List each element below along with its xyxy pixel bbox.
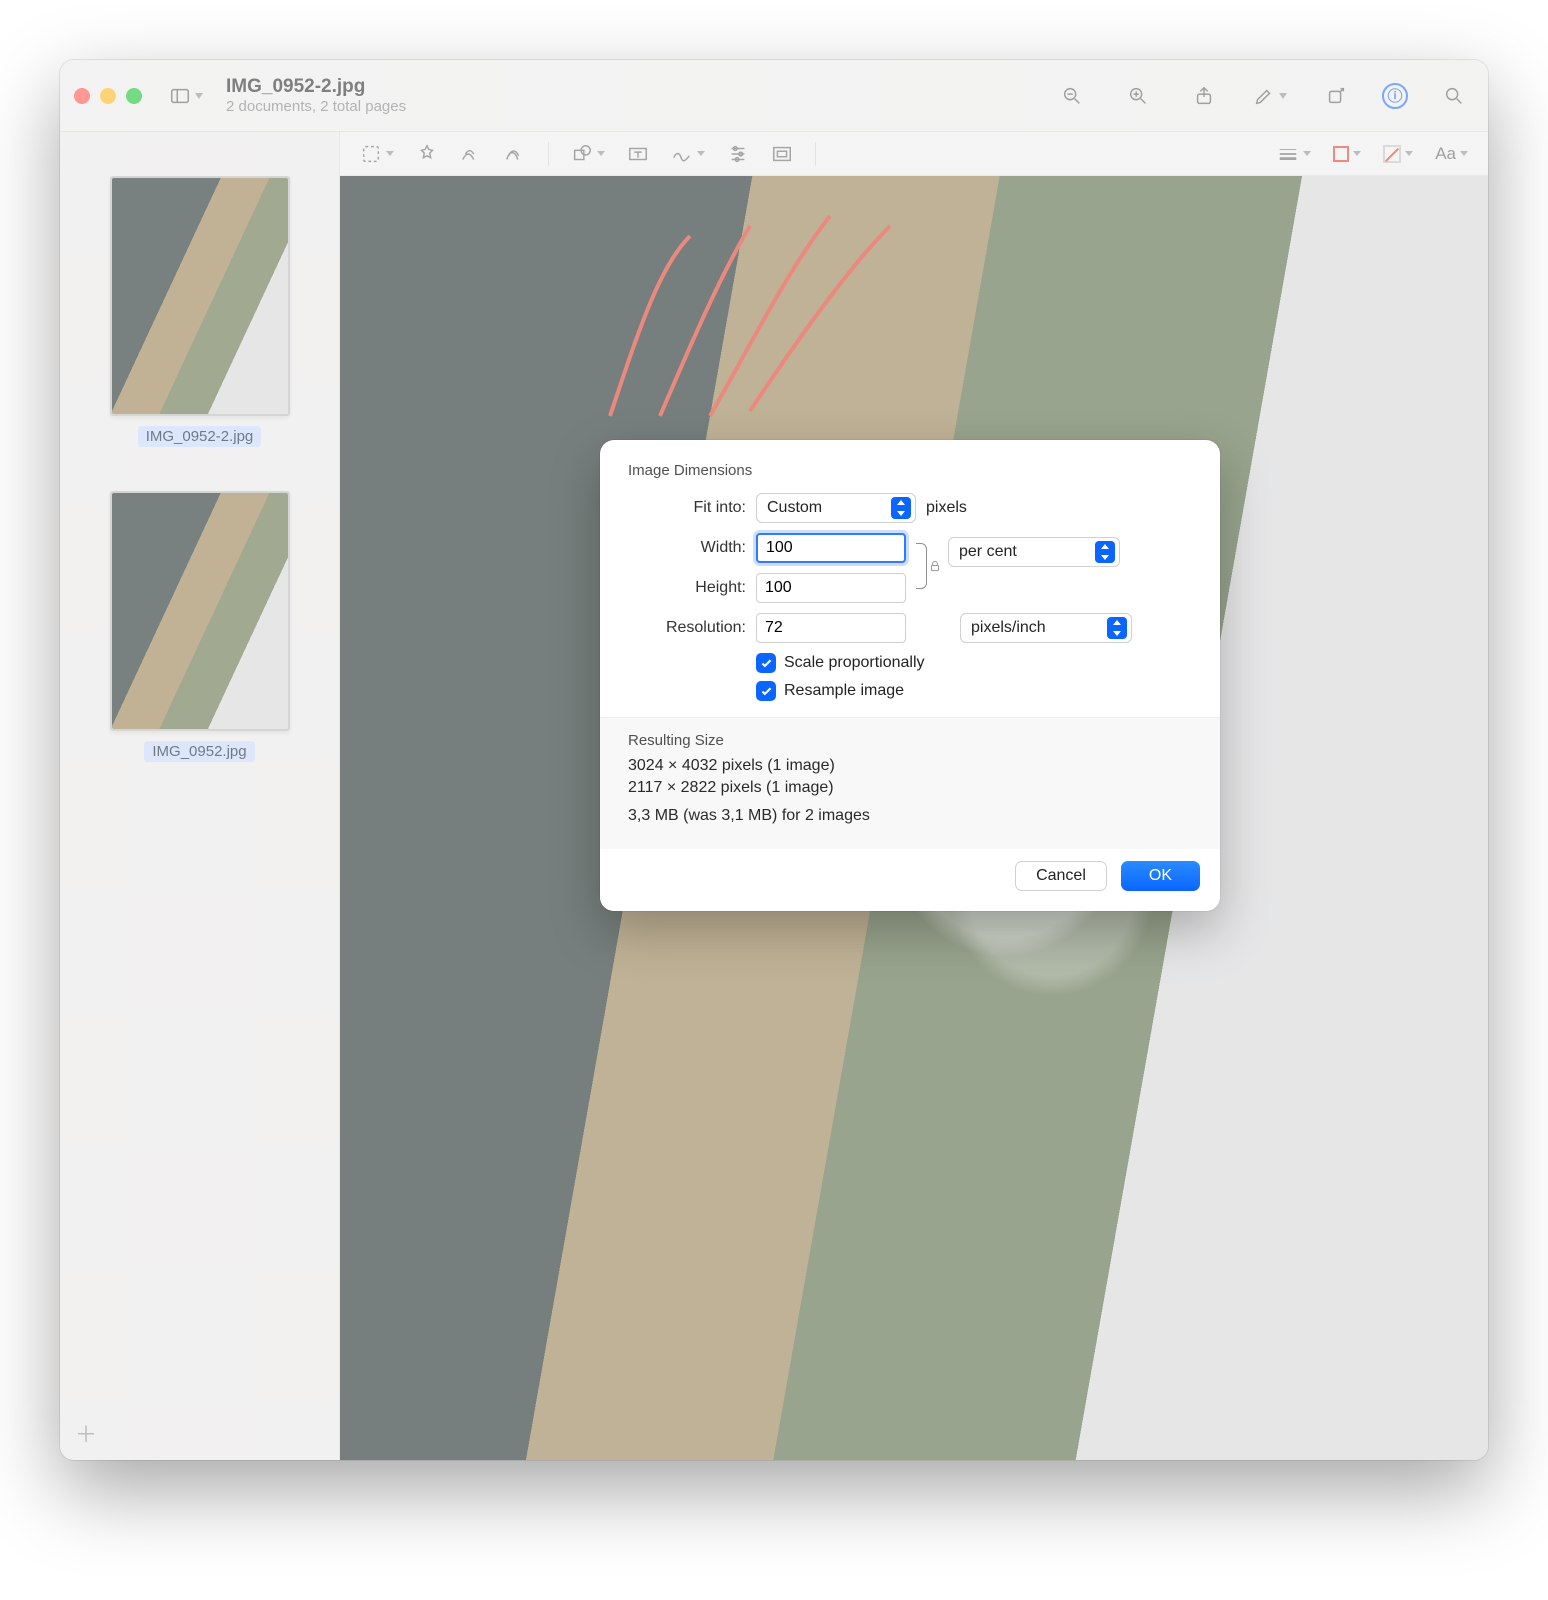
line-style-button[interactable] <box>1277 143 1311 165</box>
result-line-1: 3024 × 4032 pixels (1 image) <box>628 757 1192 775</box>
resample-image-checkbox[interactable]: Resample image <box>756 681 1192 701</box>
resolution-input[interactable] <box>756 613 906 643</box>
resulting-size-section: Resulting Size 3024 × 4032 pixels (1 ima… <box>600 717 1220 849</box>
result-line-3: 3,3 MB (was 3,1 MB) for 2 images <box>628 807 1192 825</box>
height-input[interactable] <box>756 573 906 603</box>
height-label: Height: <box>628 579 746 597</box>
resolution-unit-select[interactable]: pixels/inch <box>960 613 1132 643</box>
ok-button[interactable]: OK <box>1121 861 1200 891</box>
dialog-section-label: Image Dimensions <box>628 462 1192 479</box>
sign-button[interactable] <box>671 143 705 165</box>
titlebar: IMG_0952-2.jpg 2 documents, 2 total page… <box>60 60 1488 132</box>
wh-unit-value: per cent <box>959 543 1017 561</box>
rotate-button[interactable] <box>1316 78 1356 114</box>
image-dimensions-dialog: Image Dimensions Fit into: Custom pixels… <box>600 440 1220 911</box>
preview-window: IMG_0952-2.jpg 2 documents, 2 total page… <box>60 60 1488 1460</box>
proportion-bracket <box>916 537 938 595</box>
zoom-window-button[interactable] <box>126 88 142 104</box>
scale-proportionally-label: Scale proportionally <box>784 654 925 672</box>
text-style-button[interactable]: Aa <box>1435 144 1468 164</box>
fill-color-button[interactable] <box>1383 145 1413 163</box>
draw-button[interactable] <box>504 143 526 165</box>
resample-image-label: Resample image <box>784 682 904 700</box>
border-color-button[interactable] <box>1333 146 1361 162</box>
scale-proportionally-checkbox[interactable]: Scale proportionally <box>756 653 1192 673</box>
select-stepper-icon <box>1107 617 1127 639</box>
document-subtitle: 2 documents, 2 total pages <box>226 98 406 115</box>
close-window-button[interactable] <box>74 88 90 104</box>
search-button[interactable] <box>1434 78 1474 114</box>
sidebar-view-button[interactable] <box>166 78 206 114</box>
width-input[interactable] <box>756 533 906 563</box>
wh-unit-select[interactable]: per cent <box>948 537 1120 567</box>
thumbnail-1-label: IMG_0952-2.jpg <box>138 426 262 447</box>
resolution-unit-value: pixels/inch <box>971 619 1046 637</box>
instant-alpha-button[interactable] <box>416 143 438 165</box>
fit-into-label: Fit into: <box>628 499 746 517</box>
lock-icon[interactable] <box>928 559 942 573</box>
thumbnail-2[interactable]: IMG_0952.jpg <box>110 491 290 762</box>
add-page-button[interactable]: ＋ <box>74 1424 98 1448</box>
share-button[interactable] <box>1184 78 1224 114</box>
thumbnail-2-label: IMG_0952.jpg <box>144 741 254 762</box>
select-stepper-icon <box>1095 541 1115 563</box>
selection-tool-button[interactable] <box>360 143 394 165</box>
markup-toolbar: Aa <box>340 132 1488 176</box>
select-stepper-icon <box>891 497 911 519</box>
fit-into-value: Custom <box>767 499 822 517</box>
document-title: IMG_0952-2.jpg <box>226 76 406 98</box>
adjust-color-button[interactable] <box>727 143 749 165</box>
sketch-button[interactable] <box>460 143 482 165</box>
window-controls <box>74 88 142 104</box>
title-block: IMG_0952-2.jpg 2 documents, 2 total page… <box>226 76 406 115</box>
markup-scribble <box>600 206 900 426</box>
width-label: Width: <box>628 539 746 557</box>
shapes-button[interactable] <box>571 143 605 165</box>
zoom-in-button[interactable] <box>1118 78 1158 114</box>
fit-into-select[interactable]: Custom <box>756 493 916 523</box>
zoom-out-button[interactable] <box>1052 78 1092 114</box>
fit-into-unit-suffix: pixels <box>926 499 967 517</box>
result-line-2: 2117 × 2822 pixels (1 image) <box>628 779 1192 797</box>
adjust-size-button[interactable] <box>771 143 793 165</box>
markup-button[interactable] <box>1250 78 1290 114</box>
sidebar: IMG_0952-2.jpg IMG_0952.jpg ＋ <box>60 132 340 1460</box>
thumbnail-1[interactable]: IMG_0952-2.jpg <box>110 176 290 447</box>
cancel-button[interactable]: Cancel <box>1015 861 1107 891</box>
resulting-size-label: Resulting Size <box>628 732 1192 749</box>
minimize-window-button[interactable] <box>100 88 116 104</box>
info-icon[interactable]: ⓘ <box>1382 83 1408 109</box>
text-button[interactable] <box>627 143 649 165</box>
resolution-label: Resolution: <box>628 619 746 637</box>
